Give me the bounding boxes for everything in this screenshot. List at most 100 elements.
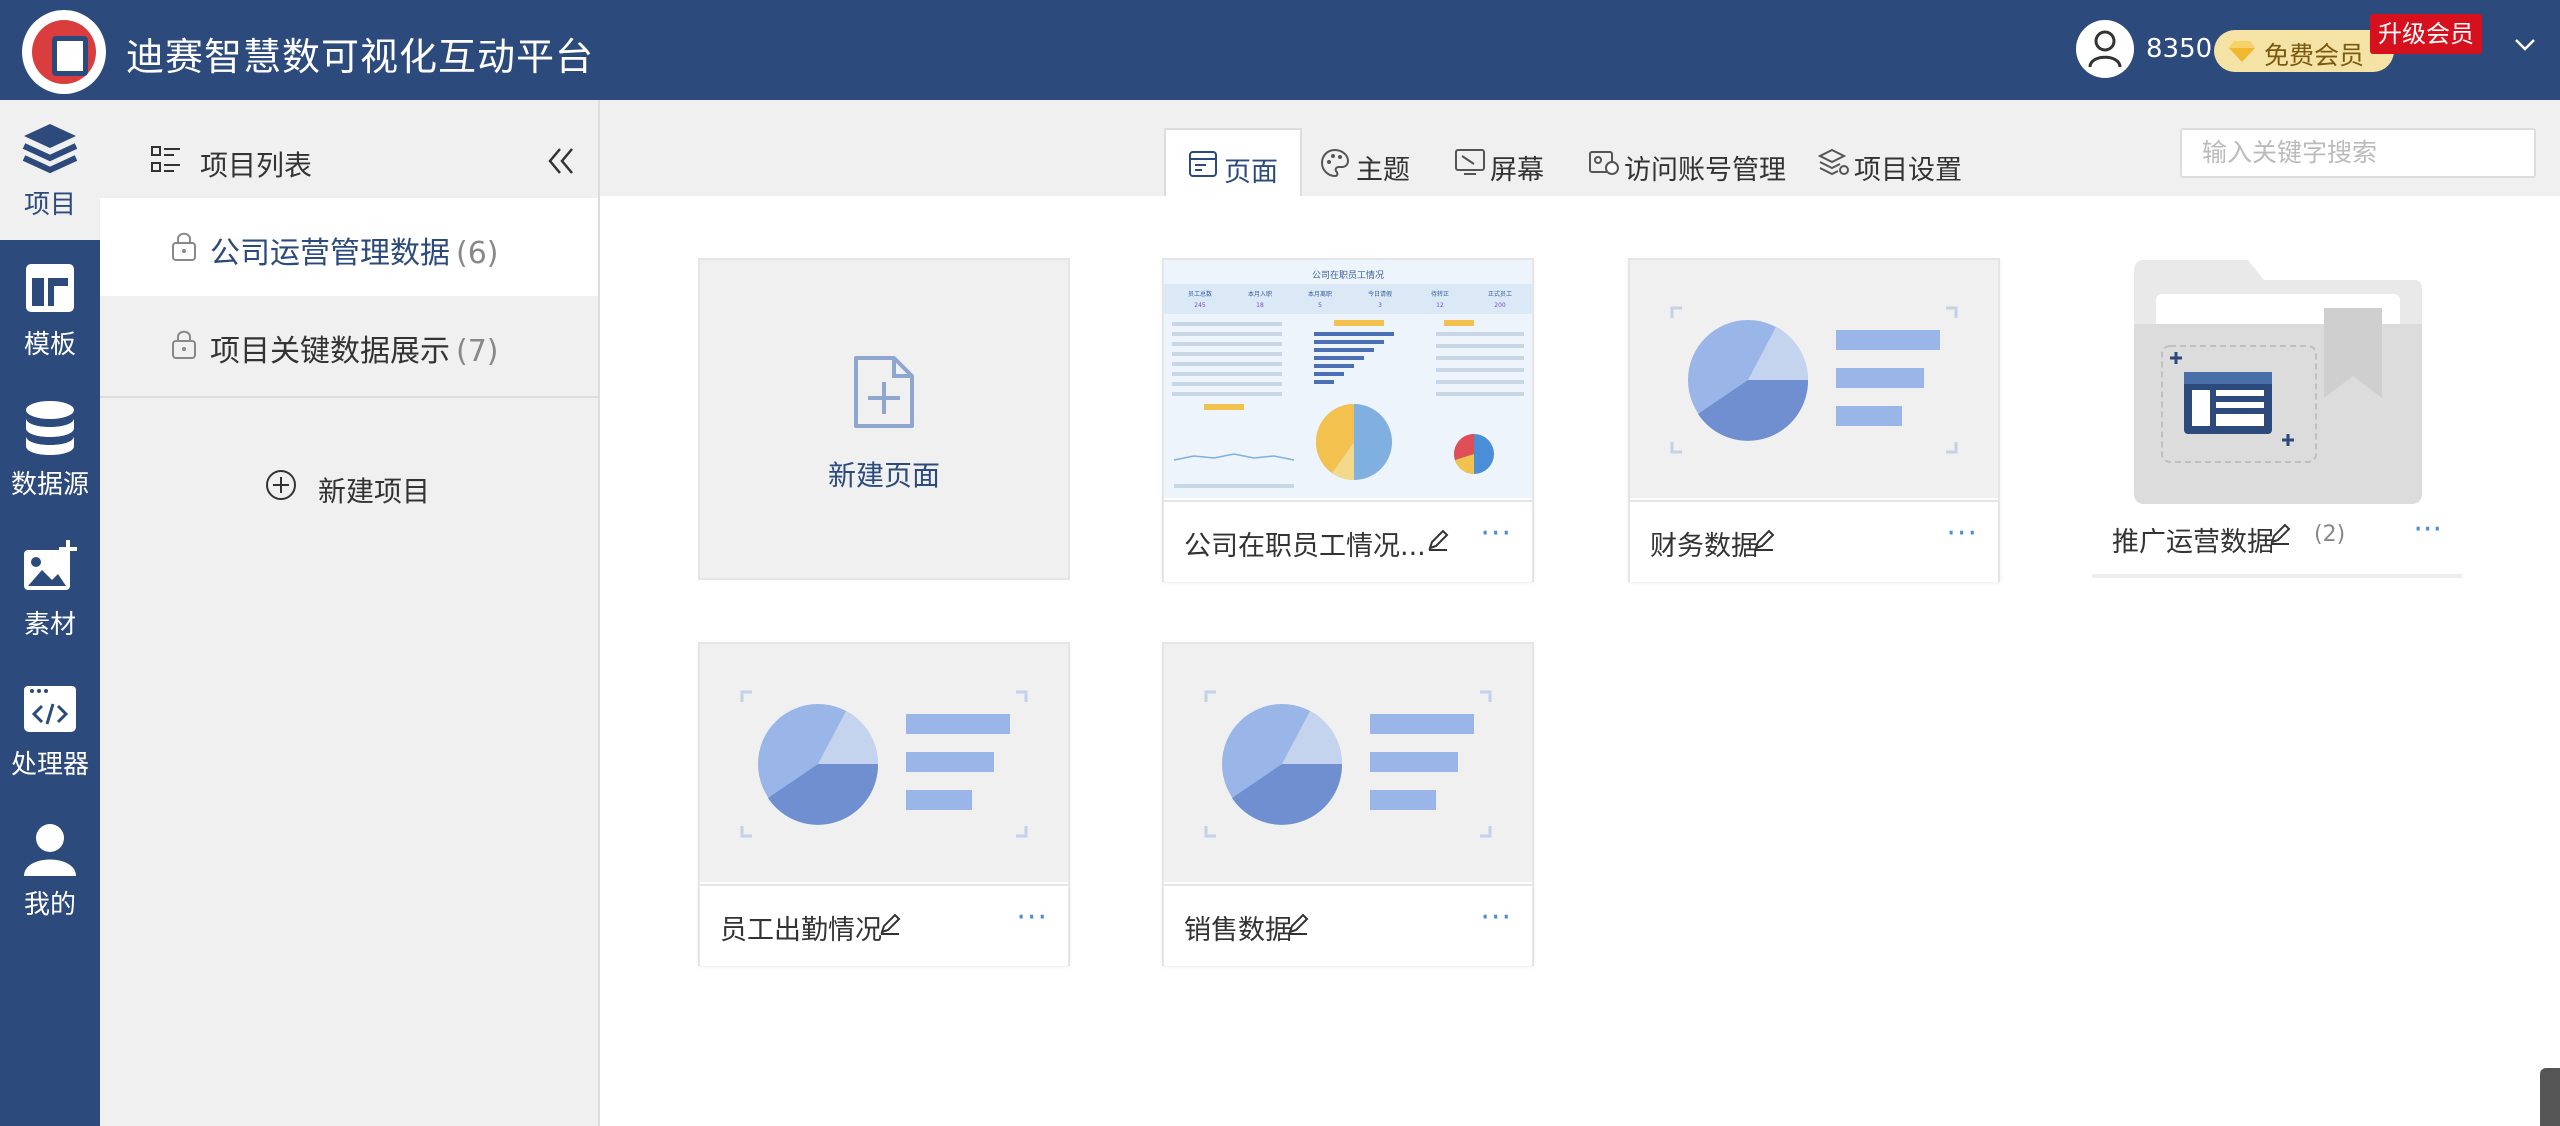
tab-label: 主题 — [1356, 155, 1410, 186]
chevron-down-icon[interactable] — [2514, 38, 2536, 52]
kpi-label: 正式员工 — [1488, 290, 1512, 298]
nav-label: 项目 — [23, 190, 76, 220]
top-bar: 迪赛智慧数可视化互动平台 8350 免费会员 升级会员 — [0, 0, 2560, 100]
tab-label: 屏幕 — [1490, 155, 1544, 186]
folder-underline — [2092, 574, 2462, 578]
nav-label: 处理器 — [10, 750, 89, 780]
upgrade-button[interactable]: 升级会员 — [2370, 14, 2482, 54]
page-name: 销售数据 — [1184, 915, 1292, 946]
more-icon[interactable]: ··· — [1016, 900, 1048, 935]
page-name: 员工出勤情况 — [720, 915, 882, 946]
dashboard-thumbnail: 公司在职员工情况 员工总数 本月入职 本月离职 今日请假 待转正 正式员工 24… — [1164, 260, 1532, 498]
app-logo-icon[interactable] — [22, 10, 106, 94]
chart-placeholder-thumbnail — [1164, 644, 1532, 882]
database-icon — [26, 401, 74, 455]
sidebar-divider — [100, 396, 598, 398]
tab-access-accounts[interactable]: 访问账号管理 — [1566, 128, 1796, 196]
nav-item-datasource[interactable]: 数据源 — [0, 380, 100, 520]
nav-item-projects[interactable]: 项目 — [0, 100, 100, 240]
kpi-value: 18 — [1256, 302, 1264, 309]
search-input[interactable]: 输入关键字搜索 — [2180, 128, 2536, 178]
kpi-value: 3 — [1378, 302, 1382, 309]
palette-icon — [1320, 148, 1350, 178]
kpi-label: 员工总数 — [1188, 290, 1212, 298]
page-folder[interactable]: 推广运营数据 (2) ··· — [2092, 258, 2462, 578]
kpi-value: 12 — [1436, 302, 1444, 309]
edit-icon[interactable] — [1426, 528, 1450, 552]
page-name: 公司在职员工情况... — [1184, 531, 1426, 562]
tab-label: 项目设置 — [1854, 155, 1962, 186]
diamond-icon — [2229, 41, 2255, 62]
nav-label: 模板 — [23, 330, 76, 360]
tab-project-settings[interactable]: 项目设置 — [1796, 128, 1976, 196]
nav-item-mine[interactable]: 我的 — [0, 800, 100, 940]
tab-label: 访问账号管理 — [1624, 155, 1786, 186]
icon-navbar: 项目 模板 数据源 素材 处理器 我的 — [0, 100, 100, 1126]
account-icon — [1589, 151, 1619, 175]
thumbnail-title: 公司在职员工情况 — [1312, 269, 1384, 281]
screen-icon — [1455, 149, 1485, 175]
user-avatar-icon[interactable] — [2076, 20, 2134, 78]
sidebar-item-project[interactable]: 公司运营管理数据 (6) — [100, 198, 598, 296]
user-icon — [24, 824, 76, 876]
card-footer: 财务数据 ··· — [1630, 500, 1998, 582]
card-footer: 公司在职员工情况... ··· — [1164, 500, 1532, 582]
project-name: 公司运营管理数据 (6) — [210, 236, 499, 271]
project-name: 项目关键数据展示 (7) — [210, 334, 499, 369]
nav-item-assets[interactable]: 素材 — [0, 520, 100, 660]
edit-icon[interactable] — [1286, 912, 1310, 936]
image-add-icon — [24, 540, 77, 590]
folder-count: (2) — [2314, 522, 2346, 547]
new-project-label: 新建项目 — [318, 475, 431, 508]
more-icon[interactable]: ··· — [2413, 512, 2442, 547]
project-count: (6) — [456, 236, 499, 271]
settings-layers-icon — [1818, 148, 1849, 176]
lock-icon — [172, 330, 196, 359]
page-card[interactable]: 员工出勤情况 ··· — [698, 642, 1070, 966]
more-icon[interactable]: ··· — [1480, 516, 1512, 551]
project-count: (7) — [456, 334, 499, 369]
kpi-value: 200 — [1494, 302, 1506, 309]
sidebar-title: 项目列表 — [200, 149, 313, 182]
more-icon[interactable]: ··· — [1946, 516, 1978, 551]
sidebar-header: 项目列表 — [100, 100, 598, 198]
kpi-label: 待转正 — [1431, 290, 1449, 298]
edit-icon[interactable] — [1752, 528, 1776, 552]
page-card[interactable]: 销售数据 ··· — [1162, 642, 1534, 966]
kpi-label: 今日请假 — [1368, 290, 1392, 298]
tab-pages[interactable]: 页面 — [1164, 128, 1302, 198]
nav-label: 数据源 — [10, 470, 89, 500]
new-page-card[interactable]: 新建页面 — [698, 258, 1070, 580]
more-icon[interactable]: ··· — [1480, 900, 1512, 935]
tab-label: 页面 — [1224, 157, 1278, 188]
new-page-icon — [854, 356, 914, 428]
kpi-value: 245 — [1194, 302, 1206, 309]
page-card[interactable]: 财务数据 ··· — [1628, 258, 2000, 582]
sidebar-item-project[interactable]: 项目关键数据展示 (7) — [100, 296, 598, 394]
kpi-label: 本月入职 — [1248, 290, 1272, 298]
add-circle-icon — [266, 470, 296, 500]
page-icon — [1189, 151, 1217, 177]
edit-icon[interactable] — [2268, 522, 2292, 546]
page-name: 财务数据 — [1650, 531, 1758, 562]
nav-item-templates[interactable]: 模板 — [0, 240, 100, 380]
collapse-icon[interactable] — [546, 146, 576, 176]
list-icon — [151, 146, 180, 172]
tab-screen[interactable]: 屏幕 — [1432, 128, 1566, 196]
page-card[interactable]: 公司在职员工情况 员工总数 本月入职 本月离职 今日请假 待转正 正式员工 24… — [1162, 258, 1534, 582]
tab-theme[interactable]: 主题 — [1298, 128, 1432, 196]
scrollbar-handle[interactable] — [2540, 1068, 2560, 1126]
edit-icon[interactable] — [878, 912, 902, 936]
folder-name: 推广运营数据 — [2112, 527, 2274, 558]
kpi-label: 本月离职 — [1308, 290, 1332, 298]
layers-icon — [22, 124, 78, 174]
code-window-icon — [24, 686, 76, 732]
kpi-value: 5 — [1318, 302, 1322, 309]
member-badge[interactable]: 免费会员 — [2214, 30, 2394, 72]
new-page-label: 新建页面 — [827, 459, 940, 492]
card-footer: 员工出勤情况 ··· — [700, 884, 1068, 966]
chart-placeholder-thumbnail — [1630, 260, 1998, 498]
member-label: 免费会员 — [2264, 41, 2365, 70]
folder-icon — [2134, 260, 2422, 504]
nav-item-processor[interactable]: 处理器 — [0, 660, 100, 800]
